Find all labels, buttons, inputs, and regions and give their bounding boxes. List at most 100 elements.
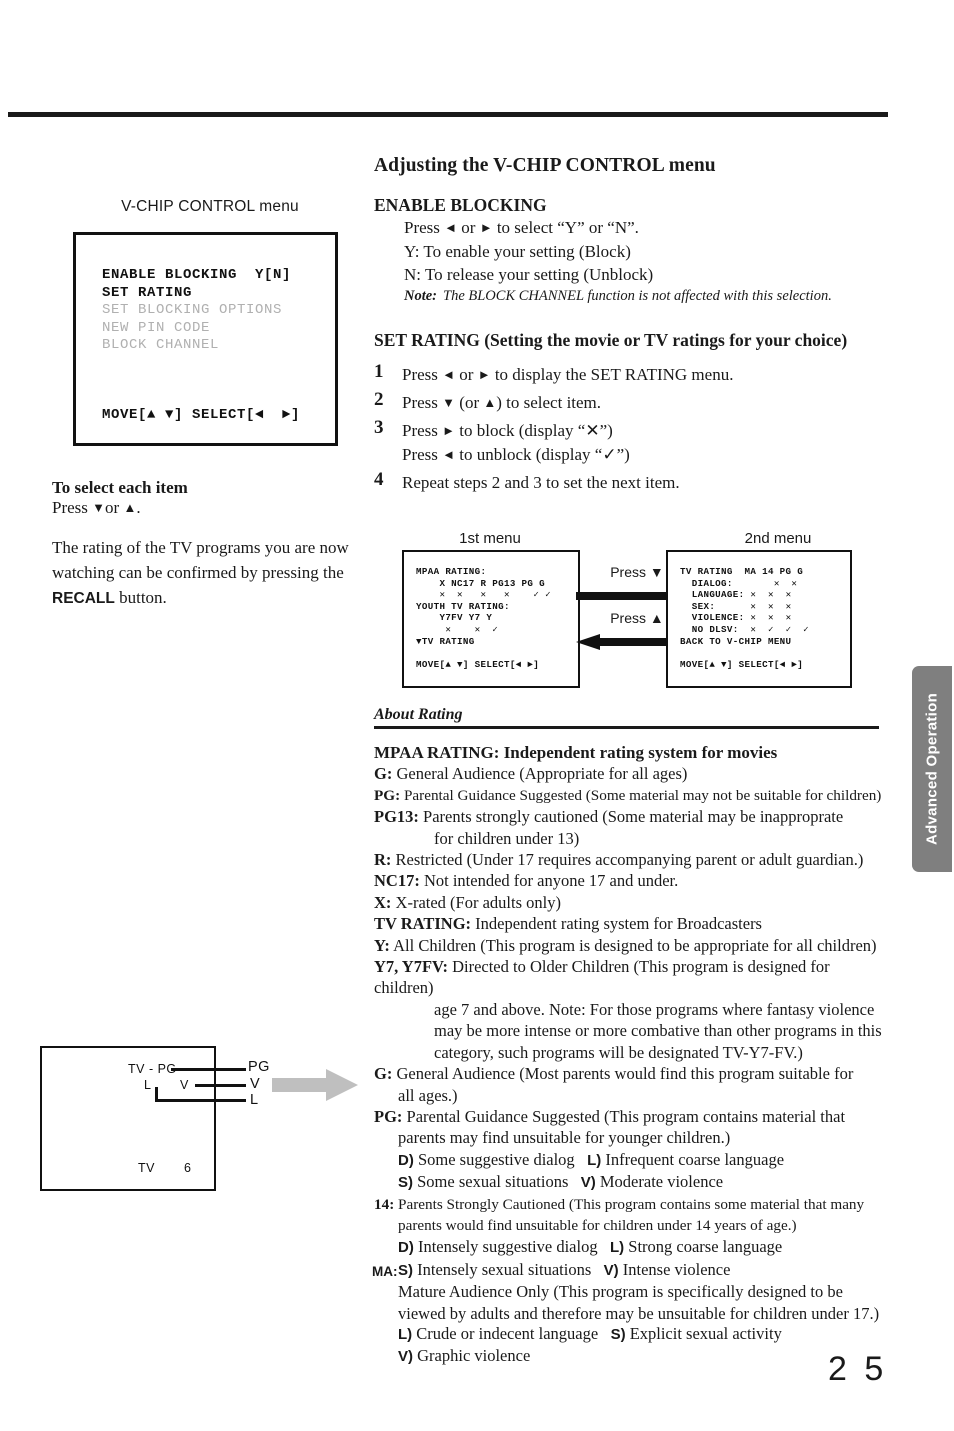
- first-menu-line-youth-labels: Y7FV Y7 Y: [416, 612, 493, 624]
- rating-tag: 14:: [374, 1195, 395, 1213]
- rating-entry: 14: Parents Strongly Cautioned (This pro…: [374, 1194, 886, 1215]
- rating-entry: all ages.): [398, 1085, 886, 1106]
- tvd-inside-tv-pg: TV - PG: [128, 1062, 177, 1076]
- rating-description-continued: category, such programs will be designat…: [434, 1042, 803, 1062]
- section-tab-advanced-operation: Advanced Operation: [912, 666, 952, 872]
- rating-subtag: S): [398, 1174, 413, 1192]
- left-arrow-icon: ◄: [442, 366, 456, 382]
- second-menu-line-back[interactable]: BACK TO V-CHIP MENU: [680, 636, 809, 648]
- tvd-inside-l: L: [144, 1078, 152, 1092]
- second-menu-line-violence[interactable]: VIOLENCE: ✕ ✕ ✕: [680, 612, 809, 624]
- first-menu-line-tv-rating[interactable]: ▼TV RATING: [416, 636, 551, 648]
- step-3-pre: Press: [402, 420, 443, 440]
- rating-description-continued: parents would find unsuitable for childr…: [398, 1216, 797, 1234]
- rating-description: General Audience (Most parents would fin…: [392, 1064, 854, 1084]
- menu-flow-diagram: 1st menu MPAA RATING: X NC17 R PG13 PG G…: [400, 530, 870, 690]
- rating-tag: G:: [374, 1064, 393, 1084]
- rating-entry: for children under 13): [434, 828, 886, 849]
- rating-entry: X: X-rated (For adults only): [374, 892, 886, 913]
- rating-description: Parents Strongly Cautioned (This program…: [394, 1195, 865, 1213]
- vchip-menu-item-block-channel[interactable]: BLOCK CHANNEL: [102, 337, 291, 355]
- rating-subtag-description: Intense violence: [618, 1259, 731, 1279]
- second-menu-line-no-dlsv[interactable]: NO DLSV: ✕ ✓ ✓ ✓: [680, 624, 809, 636]
- rating-entry: Y: All Children (This program is designe…: [374, 935, 886, 956]
- about-rating-heading: About Rating: [374, 706, 463, 723]
- right-arrow-icon: ►: [477, 366, 491, 382]
- vchip-menu-item-enable-blocking[interactable]: ENABLE BLOCKING Y[N]: [102, 267, 291, 285]
- second-menu-line-dialog[interactable]: DIALOG: ✕ ✕: [680, 578, 809, 590]
- step-4-number: 4: [374, 468, 384, 490]
- first-menu-line-mpaa-labels: X NC17 R PG13 PG G: [416, 577, 545, 589]
- rating-entry: viewed by adults and therefore may be un…: [398, 1303, 886, 1324]
- tvd-bottom-tv: TV: [138, 1161, 155, 1175]
- tv-rating-display-diagram: TV - PG L V TV 6 PG V L: [40, 1046, 360, 1196]
- first-menu-line-mpaa-marks[interactable]: ✕ ✕ ✕ ✕ ✓ ✓: [416, 589, 551, 601]
- rating-subtag: L): [587, 1151, 602, 1169]
- first-menu-caption: 1st menu: [459, 530, 521, 547]
- rating-subtag: L): [609, 1239, 625, 1257]
- rating-entry: G: General Audience (Most parents would …: [374, 1063, 886, 1084]
- vchip-menu-item-set-blocking-options[interactable]: SET BLOCKING OPTIONS: [102, 302, 291, 320]
- recall-button-name: RECALL: [52, 590, 115, 607]
- second-menu-screen: TV RATING MA 14 PG G DIALOG: ✕ ✕ LANGUAG…: [666, 550, 852, 688]
- rating-entry: parents may find unsuitable for younger …: [398, 1127, 886, 1148]
- step-3-block-text: to block (display “✕”): [455, 420, 613, 440]
- vchip-menu-item-new-pin-code[interactable]: NEW PIN CODE: [102, 320, 291, 338]
- rating-description: Parental Guidance Suggested (Some materi…: [400, 786, 882, 804]
- rating-description-continued: age 7 and above. Note: For those program…: [434, 999, 875, 1019]
- mpaa-rating-heading: MPAA RATING: Independent rating system f…: [374, 743, 778, 762]
- rating-description-continued: Mature Audience Only (This program is sp…: [398, 1282, 843, 1302]
- first-menu-line-mpaa-heading: MPAA RATING:: [416, 566, 487, 577]
- rating-subtag: S): [398, 1261, 413, 1279]
- step-3-number: 3: [374, 416, 384, 438]
- main-content-column: Adjusting the V-CHIP CONTROL menu ENABLE…: [374, 155, 886, 499]
- step-3: 3 Press ► to block (display “✕”) Press ◄…: [374, 416, 886, 467]
- second-menu-caption: 2nd menu: [744, 530, 812, 547]
- eb-or-word: or: [457, 218, 480, 237]
- step-1-post: to display the SET RATING menu.: [490, 364, 734, 384]
- rating-entry: Mature Audience Only (This program is sp…: [398, 1281, 886, 1302]
- vchip-menu-item-set-rating[interactable]: SET RATING: [102, 285, 291, 303]
- about-rating-rule: [374, 726, 879, 729]
- rating-entry: Y7, Y7FV: Directed to Older Children (Th…: [374, 956, 886, 999]
- rating-entry: D) Intensely suggestive dialog L) Strong…: [398, 1236, 886, 1258]
- rating-entry: may be more intense or more combative th…: [434, 1020, 886, 1041]
- rating-entry: NC17: Not intended for anyone 17 and und…: [374, 870, 886, 891]
- enable-blocking-heading: ENABLE BLOCKING: [374, 195, 547, 215]
- rating-description-continued: for children under 13): [434, 828, 580, 848]
- rating-subtag: D): [398, 1151, 414, 1169]
- recall-paragraph: The rating of the TV programs you are no…: [52, 535, 352, 611]
- select-item-instruction: Press ▼or ▲.: [52, 498, 141, 517]
- step-4-text: Repeat steps 2 and 3 to set the next ite…: [402, 472, 680, 492]
- step-2-mid: (or: [455, 392, 484, 412]
- recall-text-before: The rating of the TV programs you are no…: [52, 538, 349, 582]
- step-1-pre: Press: [402, 364, 443, 384]
- step-1-number: 1: [374, 360, 384, 382]
- eb-press-word: Press: [404, 218, 445, 237]
- second-menu-line-language[interactable]: LANGUAGE: ✕ ✕ ✕: [680, 589, 809, 601]
- rating-description-continued: viewed by adults and therefore may be un…: [398, 1303, 880, 1323]
- eb-select-text: to select “Y” or “N”.: [492, 218, 639, 237]
- step-3-pre2: Press: [402, 444, 443, 464]
- rating-tag: PG:: [374, 1106, 403, 1126]
- page-number: 2 5: [828, 1350, 888, 1388]
- down-arrow-icon: ▼: [442, 394, 456, 410]
- up-arrow-icon: ▲: [123, 500, 137, 515]
- first-menu-line-youth-marks[interactable]: ✕ ✕ ✓: [416, 624, 551, 636]
- up-arrow-icon: ▲: [483, 394, 497, 410]
- left-arrow-icon: ◄: [442, 446, 456, 462]
- step-2: 2 Press ▼ (or ▲) to select item.: [374, 389, 886, 415]
- second-menu-line-sex[interactable]: SEX: ✕ ✕ ✕: [680, 601, 809, 613]
- rating-description: General Audience (Appropriate for all ag…: [392, 764, 688, 784]
- rating-subtag-description: Moderate violence: [595, 1172, 724, 1192]
- step-2-post: ) to select item.: [496, 392, 602, 412]
- rating-entry-list: G: General Audience (Appropriate for all…: [372, 763, 886, 1367]
- tvd-leader-pg: [171, 1068, 246, 1071]
- step-2-pre: Press: [402, 392, 443, 412]
- gray-right-arrow-icon: [272, 1069, 358, 1101]
- second-menu-footer-hint: MOVE[▲ ▼] SELECT[◄ ►]: [680, 658, 804, 670]
- page-title: Adjusting the V-CHIP CONTROL menu: [374, 155, 716, 176]
- rating-entry: category, such programs will be designat…: [434, 1042, 886, 1063]
- first-menu-footer-hint: MOVE[▲ ▼] SELECT[◄ ►]: [416, 658, 540, 670]
- note-label: Note:: [404, 287, 438, 304]
